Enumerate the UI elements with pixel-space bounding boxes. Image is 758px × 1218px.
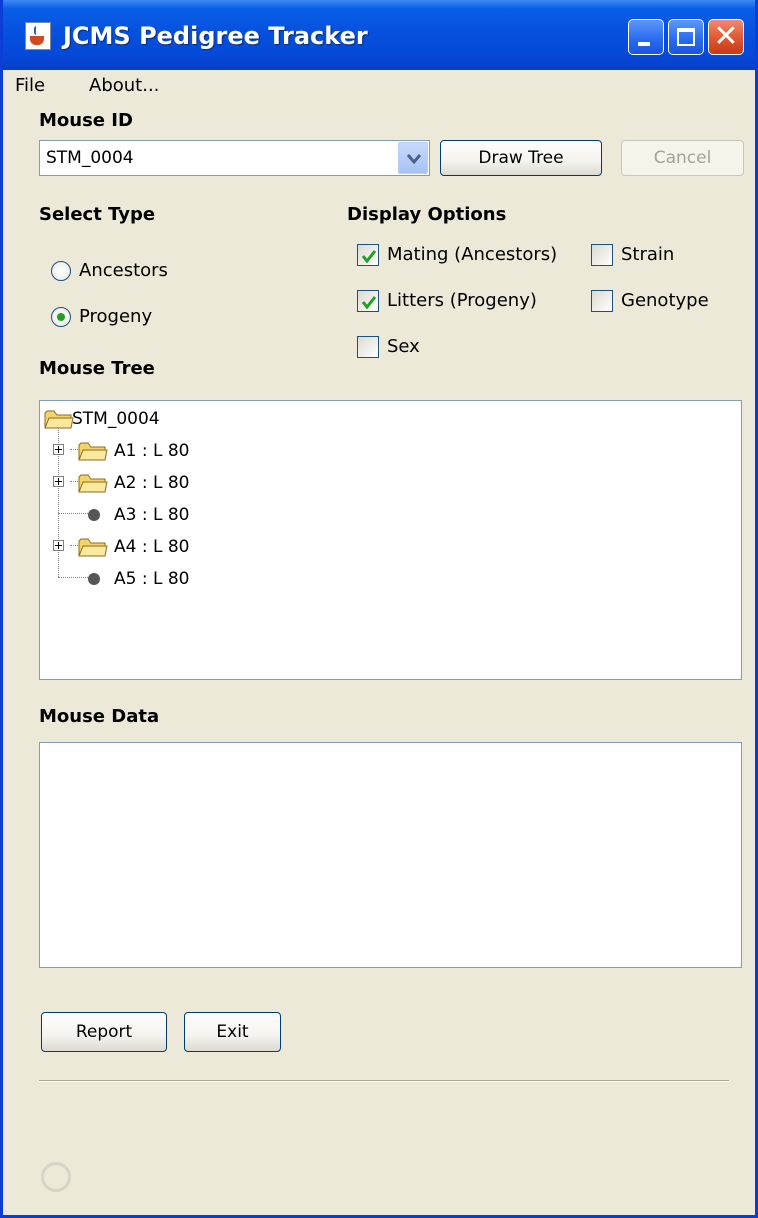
leaf-node-icon — [88, 573, 100, 585]
close-icon: ✕ — [713, 19, 739, 54]
checkbox[interactable] — [357, 336, 379, 358]
checkbox-sex-label: Sex — [387, 336, 420, 357]
checkbox-genotype-label: Genotype — [621, 290, 709, 311]
checkbox[interactable] — [591, 244, 613, 266]
radio-ancestors-label: Ancestors — [79, 260, 168, 281]
mouse-tree-panel[interactable]: STM_0004 A1 : L 80 A2 : L 80 A3 : L 80 A… — [39, 400, 742, 680]
radio-button[interactable] — [51, 307, 71, 327]
mouse-data-label: Mouse Data — [39, 706, 160, 727]
mouse-tree-label: Mouse Tree — [39, 358, 155, 379]
checkbox-litters-label: Litters (Progeny) — [387, 290, 537, 311]
checkbox[interactable] — [591, 290, 613, 312]
draw-tree-button[interactable]: Draw Tree — [440, 140, 602, 176]
tree-node-label: A1 : L 80 — [114, 441, 190, 461]
close-button[interactable]: ✕ — [708, 19, 744, 55]
expand-icon[interactable] — [53, 476, 64, 487]
mouse-id-label: Mouse ID — [39, 110, 133, 131]
minimize-button[interactable] — [628, 19, 664, 55]
loading-indicator-icon — [41, 1162, 71, 1192]
radio-selected-dot — [57, 313, 65, 321]
combobox-dropdown-button[interactable] — [398, 142, 428, 174]
leaf-node-icon — [88, 509, 100, 521]
mouse-id-value: STM_0004 — [46, 148, 134, 168]
expand-icon[interactable] — [53, 444, 64, 455]
menu-about[interactable]: About... — [89, 75, 159, 96]
tree-node-label: A5 : L 80 — [114, 569, 190, 589]
app-window: JCMS Pedigree Tracker ✕ File About... Mo… — [0, 0, 758, 1218]
tree-node-label: A3 : L 80 — [114, 505, 190, 525]
radio-button[interactable] — [51, 261, 71, 281]
display-options-label: Display Options — [347, 204, 507, 225]
minimize-icon — [638, 42, 650, 46]
radio-progeny-label: Progeny — [79, 306, 153, 327]
folder-icon — [78, 538, 108, 557]
exit-button[interactable]: Exit — [184, 1012, 281, 1052]
expand-icon[interactable] — [53, 540, 64, 551]
tree-root-label: STM_0004 — [72, 409, 160, 429]
java-app-icon[interactable] — [25, 22, 51, 50]
menu-file[interactable]: File — [15, 75, 45, 96]
report-button[interactable]: Report — [41, 1012, 167, 1052]
mouse-data-panel[interactable] — [39, 742, 742, 968]
maximize-button[interactable] — [668, 19, 704, 55]
checkmark-icon — [361, 296, 377, 310]
folder-icon — [44, 410, 74, 429]
checkbox-strain-label: Strain — [621, 244, 675, 265]
select-type-label: Select Type — [39, 204, 156, 225]
checkmark-icon — [361, 250, 377, 264]
maximize-icon — [677, 28, 695, 46]
tree-node-label: A2 : L 80 — [114, 473, 190, 493]
menu-bar: File About... — [3, 70, 755, 104]
folder-icon — [78, 474, 108, 493]
chevron-down-icon — [407, 154, 421, 165]
cancel-button[interactable]: Cancel — [621, 140, 744, 176]
window-title: JCMS Pedigree Tracker — [63, 22, 368, 50]
folder-icon — [78, 442, 108, 461]
checkbox[interactable] — [357, 244, 379, 266]
title-bar[interactable]: JCMS Pedigree Tracker ✕ — [3, 0, 755, 70]
checkbox[interactable] — [357, 290, 379, 312]
tree-node-label: A4 : L 80 — [114, 537, 190, 557]
divider — [39, 1080, 729, 1082]
mouse-id-combobox[interactable]: STM_0004 — [39, 140, 430, 176]
checkbox-mating-label: Mating (Ancestors) — [387, 244, 558, 265]
